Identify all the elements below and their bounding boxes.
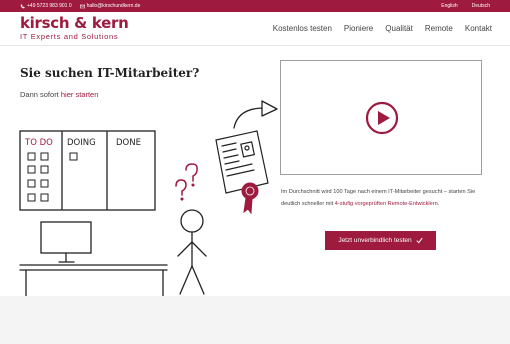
kanban-board [19, 130, 156, 211]
cta-label: Jetzt unverbindlich testen [338, 237, 412, 244]
phone-number: +49 5723 983 901 0 [27, 3, 72, 9]
email-address: hallo@kirschundkern.de [86, 3, 141, 9]
desk-with-monitor [19, 221, 168, 297]
main-nav: Kostenlos testen Pioniere Qualität Remot… [273, 24, 492, 33]
nav-item-kontakt[interactable]: Kontakt [465, 24, 492, 33]
email-contact[interactable]: hallo@kirschundkern.de [79, 3, 141, 9]
logo-tagline: IT Experts and Solutions [20, 32, 119, 41]
phone-contact[interactable]: +49 5723 983 901 0 [20, 3, 72, 9]
phone-icon [20, 4, 25, 8]
arrow-icon [233, 100, 278, 129]
hero-subtitle: Dann sofort hier starten [20, 90, 98, 99]
question-marks [175, 163, 198, 201]
stick-figure [177, 209, 207, 295]
start-here-link[interactable]: hier starten [61, 90, 99, 99]
document-icon [215, 130, 269, 194]
nav-item-kostenlos-testen[interactable]: Kostenlos testen [273, 24, 332, 33]
board-label-todo: TO DO [24, 138, 53, 148]
board-label-doing: DOING [67, 138, 96, 148]
nav-item-pioniere[interactable]: Pioniere [344, 24, 373, 33]
hero-title: Sie suchen IT-Mitarbeiter? [20, 66, 200, 80]
nav-item-qualitaet[interactable]: Qualität [385, 24, 413, 33]
award-seal-icon [241, 182, 259, 215]
logo[interactable]: kirsch & kern IT Experts and Solutions [20, 14, 129, 42]
description-end: . [437, 200, 440, 207]
mail-icon [79, 4, 85, 8]
hero-subtitle-text: Dann sofort [20, 90, 61, 99]
nav-item-remote[interactable]: Remote [425, 24, 453, 33]
test-cta-button[interactable]: Jetzt unverbindlich testen [325, 231, 436, 250]
play-icon[interactable] [365, 101, 399, 135]
remote-developers-link[interactable]: 4-stufig vorgeprüften Remote-Entwicklern [335, 201, 438, 207]
video-player[interactable] [280, 60, 482, 175]
footer-band [0, 296, 510, 344]
lang-deutsch-link[interactable]: Deutsch [472, 3, 490, 9]
board-label-done: DONE [116, 138, 141, 148]
top-bar: +49 5723 983 901 0 hallo@kirschundkern.d… [0, 0, 510, 12]
logo-wordmark: kirsch & kern [20, 14, 129, 32]
description-text: Im Durchschnitt wird 100 Tage nach einem… [281, 187, 491, 210]
check-icon [416, 237, 423, 244]
site-header: kirsch & kern IT Experts and Solutions K… [0, 12, 510, 46]
lang-english-link[interactable]: English [441, 3, 457, 9]
